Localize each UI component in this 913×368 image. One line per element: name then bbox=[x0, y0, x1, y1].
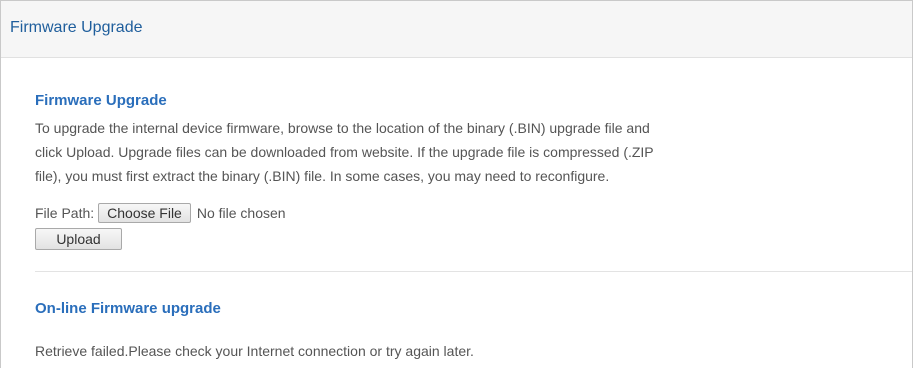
section-divider bbox=[35, 271, 912, 272]
firmware-upgrade-section-title: Firmware Upgrade bbox=[35, 92, 167, 109]
file-path-row: File Path: Choose File No file chosen bbox=[35, 202, 286, 224]
online-upgrade-message: Retrieve failed.Please check your Intern… bbox=[35, 343, 474, 359]
file-chosen-status: No file chosen bbox=[196, 205, 286, 221]
description-line: file), you must first extract the binary… bbox=[35, 168, 610, 184]
description-line: To upgrade the internal device firmware,… bbox=[35, 120, 650, 136]
firmware-upgrade-description: To upgrade the internal device firmware,… bbox=[35, 116, 895, 188]
page-title: Firmware Upgrade bbox=[10, 19, 143, 36]
file-path-label: File Path: bbox=[35, 205, 95, 221]
description-line: click Upload. Upgrade files can be downl… bbox=[35, 144, 654, 160]
online-upgrade-section-title: On-line Firmware upgrade bbox=[35, 300, 221, 317]
upload-button[interactable]: Upload bbox=[35, 228, 122, 250]
firmware-upgrade-panel: Firmware Upgrade Firmware Upgrade To upg… bbox=[0, 0, 913, 368]
panel-header: Firmware Upgrade bbox=[1, 1, 912, 58]
choose-file-button[interactable]: Choose File bbox=[98, 203, 191, 223]
